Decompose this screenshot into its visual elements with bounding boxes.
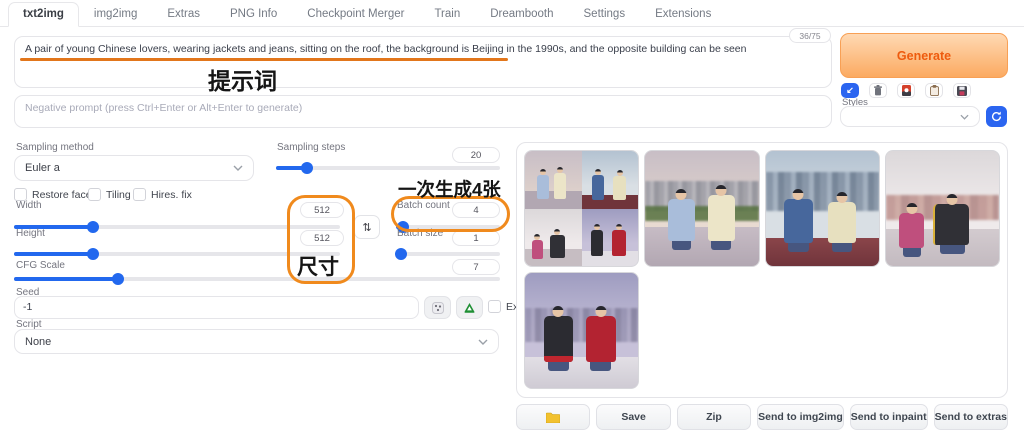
tiling-label: Tiling [106,189,131,201]
tab-extensions[interactable]: Extensions [640,2,726,27]
chevron-down-icon [960,114,969,120]
chevron-down-icon [233,165,243,171]
generated-image-thumbnail[interactable] [644,150,759,267]
tab-dreambooth[interactable]: Dreambooth [475,2,568,27]
hires-fix-label: Hires. fix [151,189,192,201]
width-label: Width [16,200,42,211]
extra-networks-card-icon[interactable] [897,83,915,98]
send-to-extras-button[interactable]: Send to extras [934,404,1008,430]
txt2img-page: txt2img img2img Extras PNG Info Checkpoi… [0,0,1024,434]
checkbox-icon[interactable] [133,188,146,201]
reuse-seed-recycle-icon[interactable] [456,296,483,319]
token-counter: 36/75 [789,28,831,43]
slider-handle[interactable] [395,248,407,260]
script-value: None [25,336,51,348]
clipboard-icon[interactable] [925,83,943,98]
sampling-method-label: Sampling method [16,142,94,153]
send-to-inpaint-button[interactable]: Send to inpaint [850,404,928,430]
trash-icon[interactable] [869,83,887,98]
prompt-input[interactable]: A pair of young Chinese lovers, wearing … [14,36,832,88]
tab-png-info[interactable]: PNG Info [215,2,292,27]
slider-handle[interactable] [301,162,313,174]
batch-size-label: Batch size [397,228,443,239]
hires-fix-checkbox[interactable]: Hires. fix [133,188,192,201]
sampling-steps-label: Sampling steps [277,142,345,153]
slider-handle[interactable] [112,273,124,285]
sampling-steps-value[interactable]: 20 [452,147,500,163]
main-tab-bar: txt2img img2img Extras PNG Info Checkpoi… [0,0,1024,27]
tab-txt2img[interactable]: txt2img [8,2,79,27]
cfg-scale-slider[interactable] [14,273,500,285]
gallery-action-bar: Save Zip Send to img2img Send to inpaint… [516,404,1008,428]
result-gallery [516,142,1008,398]
zip-button[interactable]: Zip [677,404,751,430]
batch-size-value[interactable]: 1 [452,230,500,246]
script-dropdown[interactable]: None [14,329,499,354]
tab-img2img[interactable]: img2img [79,2,152,27]
generated-image-thumbnail[interactable] [885,150,1000,267]
send-to-img2img-button[interactable]: Send to img2img [757,404,844,430]
generate-button[interactable]: Generate [840,33,1008,78]
swap-dimensions-button[interactable]: ⇅ [354,215,380,239]
tiling-checkbox[interactable]: Tiling [88,188,131,201]
folder-icon [546,412,560,423]
cfg-scale-label: CFG Scale [16,260,65,271]
checkbox-icon[interactable] [488,300,501,313]
chevron-down-icon [478,339,488,345]
save-style-icon[interactable] [953,83,971,98]
slider-handle[interactable] [87,248,99,260]
tab-settings[interactable]: Settings [569,2,641,27]
tab-checkpoint-merger[interactable]: Checkpoint Merger [292,2,419,27]
seed-input[interactable]: -1 [14,296,419,319]
generated-image-thumbnail[interactable] [524,272,639,389]
batch-count-value[interactable]: 4 [452,202,500,218]
open-folder-button[interactable] [516,404,590,430]
annotation-batch-label: 一次生成4张 [398,176,501,202]
height-value[interactable]: 512 [300,230,344,246]
width-value[interactable]: 512 [300,202,344,218]
styles-dropdown[interactable] [840,106,980,127]
negative-prompt-input[interactable] [14,95,832,128]
height-label: Height [16,228,45,239]
sampling-method-value: Euler a [25,162,60,174]
height-slider[interactable] [14,248,340,260]
tab-extras[interactable]: Extras [152,2,215,27]
save-button[interactable]: Save [596,404,670,430]
batch-count-label: Batch count [397,200,450,211]
width-slider[interactable] [14,221,340,233]
random-seed-dice-icon[interactable] [424,296,451,319]
styles-refresh-icon[interactable] [986,106,1007,127]
paste-arrow-icon[interactable]: ↙ [841,83,859,98]
checkbox-icon[interactable] [88,188,101,201]
generated-image-thumbnail[interactable] [765,150,880,267]
sampling-steps-slider[interactable] [276,162,500,174]
sampling-method-dropdown[interactable]: Euler a [14,155,254,181]
generated-image-thumbnail[interactable] [524,150,639,267]
tab-train[interactable]: Train [419,2,475,27]
slider-handle[interactable] [87,221,99,233]
